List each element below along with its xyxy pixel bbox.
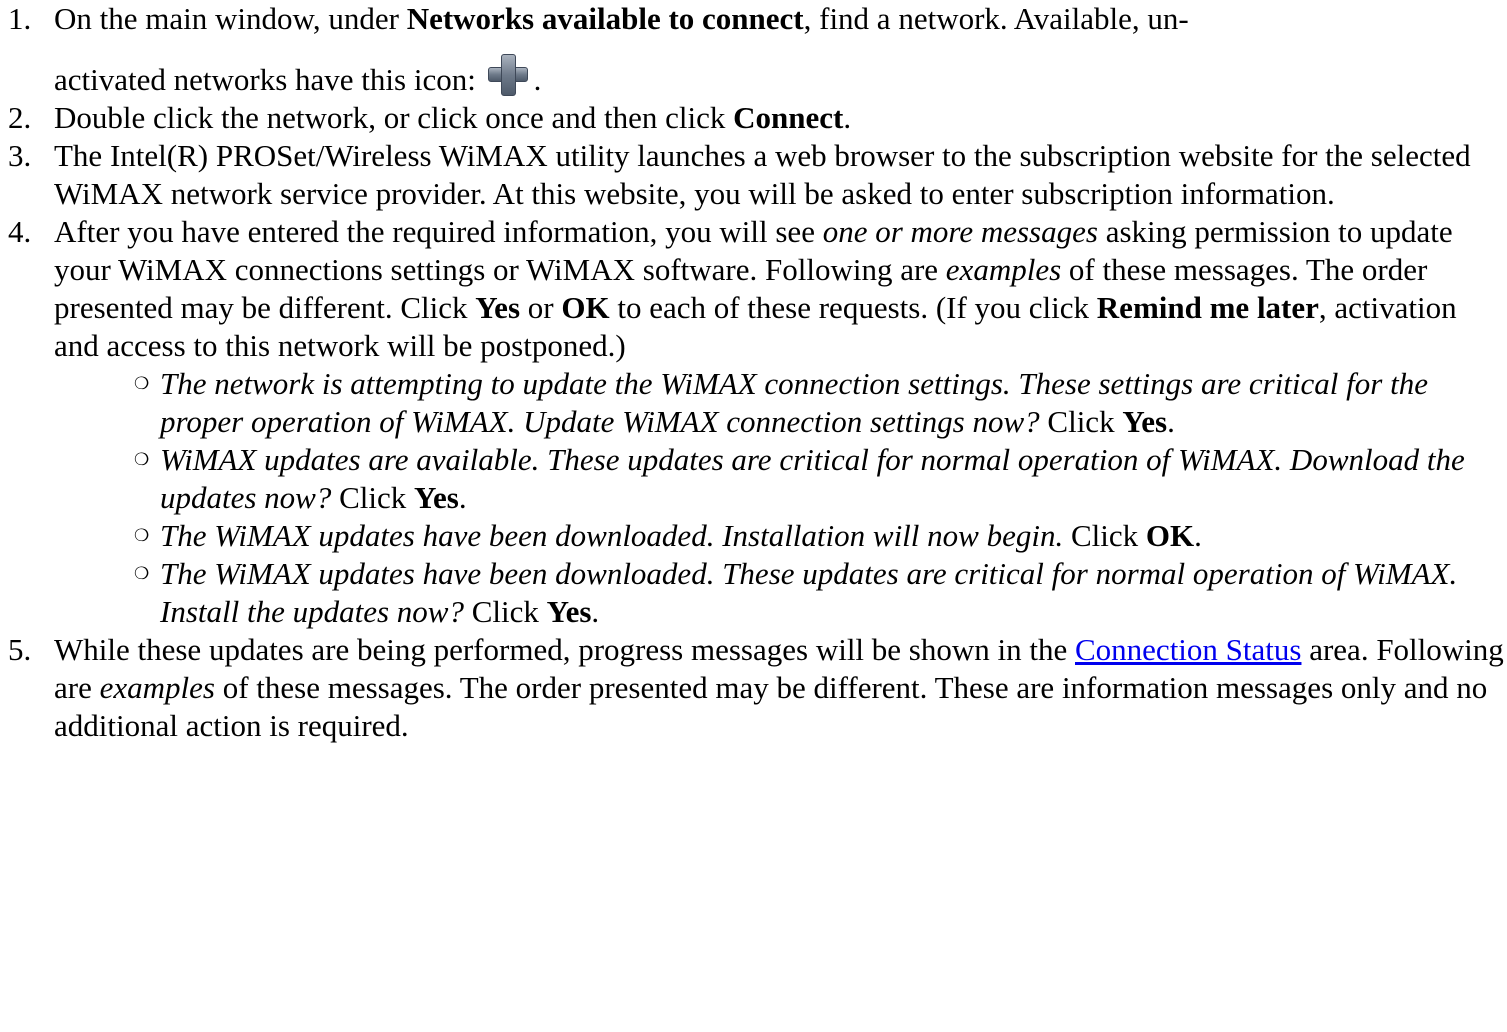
plus-icon <box>487 54 528 96</box>
bullet-icon: ❍ <box>134 564 150 583</box>
message-text: The WiMAX updates have been downloaded. … <box>160 556 1458 629</box>
click-text: Click <box>1039 404 1123 439</box>
bullet-icon: ❍ <box>134 374 150 393</box>
yes-label: Yes <box>1122 404 1168 439</box>
bullet-icon: ❍ <box>134 526 150 545</box>
step-text: Double click the network, or click once … <box>54 100 734 135</box>
step-3: 3. The Intel(R) PROSet/Wireless WiMAX ut… <box>8 137 1507 213</box>
step-text: . <box>843 100 852 135</box>
period: . <box>591 594 600 629</box>
message-item: ❍ WiMAX updates are available. These upd… <box>134 441 1507 517</box>
bullet-icon: ❍ <box>134 450 150 469</box>
step-text: of these messages. The order presented m… <box>54 670 1488 743</box>
step-5: 5. While these updates are being perform… <box>8 631 1507 745</box>
step-number: 4. <box>8 214 32 249</box>
emphasis-text: one or more messages <box>822 214 1098 249</box>
step-4: 4. After you have entered the required i… <box>8 213 1507 631</box>
click-text: Click <box>331 480 415 515</box>
step-text: After you have entered the required info… <box>54 214 823 249</box>
message-item: ❍ The WiMAX updates have been downloaded… <box>134 517 1507 555</box>
yes-label: Yes <box>475 290 521 325</box>
message-text: The network is attempting to update the … <box>160 366 1428 439</box>
document: 1. On the main window, under Networks av… <box>0 0 1507 745</box>
step-text: to each of these requests. (If you click <box>609 290 1097 325</box>
click-text: Click <box>1063 518 1146 553</box>
step-text: activated networks have this icon: <box>54 62 484 97</box>
click-text: Click <box>463 594 547 629</box>
ok-label: OK <box>1145 518 1195 553</box>
step-text: On the main window, under <box>54 1 407 36</box>
step-number: 5. <box>8 632 32 667</box>
message-item: ❍ The network is attempting to update th… <box>134 365 1507 441</box>
yes-label: Yes <box>414 480 459 515</box>
networks-available-label: Networks available to connect <box>406 1 804 36</box>
steps-list: 1. On the main window, under Networks av… <box>0 0 1507 745</box>
step-2: 2. Double click the network, or click on… <box>8 99 1507 137</box>
yes-label: Yes <box>546 594 592 629</box>
step-number: 1. <box>8 1 32 36</box>
step-number: 2. <box>8 100 32 135</box>
period: . <box>1167 404 1175 439</box>
emphasis-text: examples <box>945 252 1062 287</box>
step-text: While these updates are being performed,… <box>54 632 1075 667</box>
remind-me-later-label: Remind me later <box>1096 290 1319 325</box>
step-number: 3. <box>8 138 32 173</box>
period: . <box>1194 518 1202 553</box>
step-1: 1. On the main window, under Networks av… <box>8 0 1507 99</box>
step-text: The Intel(R) PROSet/Wireless WiMAX utili… <box>54 138 1471 211</box>
connect-label: Connect <box>733 100 844 135</box>
message-text: The WiMAX updates have been downloaded. … <box>160 518 1064 553</box>
messages-list: ❍ The network is attempting to update th… <box>54 365 1507 631</box>
step-text: , find a network. Available, un- <box>803 1 1189 36</box>
step-text: or <box>520 290 562 325</box>
ok-label: OK <box>561 290 610 325</box>
step-text: . <box>533 62 542 97</box>
period: . <box>458 480 467 515</box>
emphasis-text: examples <box>99 670 215 705</box>
connection-status-link[interactable]: Connection Status <box>1075 632 1301 667</box>
message-item: ❍ The WiMAX updates have been downloaded… <box>134 555 1507 631</box>
